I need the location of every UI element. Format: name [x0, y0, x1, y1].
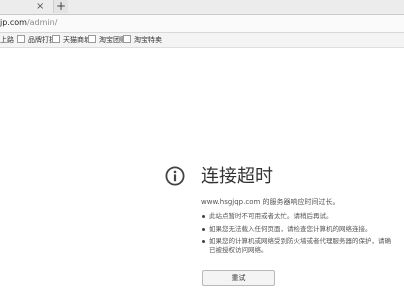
error-title: 连接超时	[201, 166, 273, 187]
close-tab-icon[interactable]: ×	[36, 1, 44, 13]
tab-strip: × +	[0, 0, 404, 15]
error-description: www.hsgjqp.com 的服务器响应时间过长。	[201, 198, 340, 206]
bookmark-label: 上路	[0, 36, 14, 44]
error-suggestions: 此站点暂时不可用或者太忙。请稍后再试。 如果您无法载入任何页面，请检查您计算机的…	[201, 212, 404, 258]
bookmark-folder-icon	[52, 35, 60, 43]
url-text[interactable]: jp.com/admin/	[0, 18, 57, 28]
info-icon	[165, 166, 185, 186]
new-tab-button[interactable]: +	[53, 0, 68, 13]
address-bar[interactable]: jp.com/admin/	[0, 15, 404, 33]
suggestion-item: 此站点暂时不可用或者太忙。请稍后再试。	[201, 212, 404, 221]
bookmark-folder-icon	[88, 35, 96, 43]
bookmark-item[interactable]: 天猫商城	[52, 35, 91, 45]
bookmark-item[interactable]: 淘宝团购	[88, 35, 127, 45]
bookmark-label: 淘宝特卖	[134, 36, 162, 44]
bookmark-folder-icon	[17, 35, 25, 43]
bookmark-item[interactable]: 上路	[0, 35, 14, 45]
bookmark-item[interactable]: 淘宝特卖	[123, 35, 162, 45]
suggestion-text: 此站点暂时不可用或者太忙。请稍后再试。	[209, 212, 333, 220]
suggestion-text: 如果您无法载入任何页面，请检查您计算机的网络连接。	[209, 224, 372, 233]
retry-button[interactable]: 重试	[202, 270, 275, 286]
url-host: jp.com	[0, 18, 27, 27]
bookmark-folder-icon	[123, 35, 131, 43]
suggestion-item: 如果您的计算机或网络受到防火墙或者代理服务器的保护，请确 已被授权访问网络。	[201, 237, 404, 254]
bookmarks-bar: 上路 品牌打折 天猫商城 淘宝团购 淘宝特卖	[0, 33, 404, 48]
suggestion-text: 已被授权访问网络。	[209, 245, 268, 254]
suggestion-item: 如果您无法载入任何页面，请检查您计算机的网络连接。	[201, 225, 404, 234]
bookmark-label: 天猫商城	[63, 36, 91, 44]
bookmark-item[interactable]: 品牌打折	[17, 35, 56, 45]
url-path: /admin/	[26, 18, 58, 27]
suggestion-text: 如果您的计算机或网络受到防火墙或者代理服务器的保护，请确	[209, 237, 391, 245]
